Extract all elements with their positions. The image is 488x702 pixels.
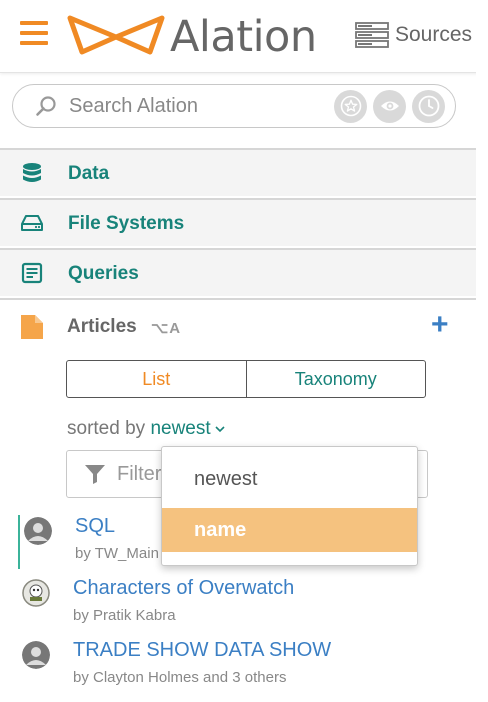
article-author: by TW_Main (75, 545, 159, 562)
articles-title: Articles (67, 316, 137, 337)
list-item[interactable]: Characters of Overwatch by Pratik Kabra (18, 577, 458, 631)
article-author: by Clayton Holmes and 3 others (73, 669, 287, 686)
article-title[interactable]: SQL (75, 515, 115, 538)
avatar (24, 517, 52, 545)
scroll-track (476, 72, 488, 702)
sort-value: newest (150, 418, 211, 439)
nav-item-label: Data (68, 163, 110, 184)
article-author: by Pratik Kabra (73, 607, 176, 624)
top-bar: Alation Sources (0, 0, 488, 73)
nav-item-label: File Systems (68, 213, 185, 234)
keyboard-shortcut: ⌥A (151, 320, 182, 337)
add-article-button[interactable]: + (431, 310, 449, 340)
tab-taxonomy[interactable]: Taxonomy (247, 361, 426, 397)
logo-text: Alation (170, 12, 317, 62)
watching-button[interactable] (373, 89, 406, 123)
alation-logo-icon (67, 15, 165, 55)
nav-item-queries[interactable]: Queries (0, 248, 476, 296)
search-icon (36, 96, 56, 116)
nav-item-file-systems[interactable]: File Systems (0, 198, 476, 246)
search-input[interactable] (67, 93, 321, 119)
recent-button[interactable] (412, 89, 445, 123)
nav-item-label: Queries (68, 263, 139, 284)
server-icon (355, 22, 389, 48)
avatar (22, 641, 50, 669)
sort-dropdown-trigger[interactable]: newest (150, 418, 225, 439)
search-actions (334, 89, 445, 123)
eye-icon (380, 101, 399, 111)
filter-icon (85, 465, 105, 484)
document-icon (21, 315, 43, 339)
sources-button[interactable]: Sources (355, 20, 472, 50)
sorted-by-label: sorted by (67, 418, 146, 439)
cat-avatar-icon (22, 579, 50, 607)
avatar (22, 579, 50, 607)
sources-label: Sources (395, 23, 473, 46)
article-title[interactable]: Characters of Overwatch (73, 577, 294, 600)
article-title[interactable]: TRADE SHOW DATA SHOW (73, 639, 331, 662)
sort-control: sorted by newest (67, 418, 225, 440)
sort-dropdown-menu: newest name (161, 446, 418, 566)
star-icon (340, 95, 361, 117)
hamburger-menu-icon[interactable] (20, 21, 48, 45)
clock-icon (418, 95, 439, 117)
alation-app: Alation Sources Search Alation Data File… (0, 0, 488, 702)
user-icon (22, 641, 50, 669)
hard-drive-icon (21, 215, 43, 231)
database-icon (23, 163, 41, 182)
list-item[interactable]: TRADE SHOW DATA SHOW by Clayton Holmes a… (18, 639, 458, 693)
sort-option-newest[interactable]: newest (162, 457, 417, 501)
tab-list[interactable]: List (67, 361, 247, 397)
user-icon (24, 517, 52, 545)
search-bar (12, 84, 456, 128)
favorites-button[interactable] (334, 89, 367, 123)
chevron-down-icon (215, 426, 225, 433)
sort-option-name[interactable]: name (162, 508, 417, 552)
view-toggle: List Taxonomy (66, 360, 426, 398)
query-icon (21, 262, 43, 284)
nav-item-data[interactable]: Data (0, 148, 476, 196)
